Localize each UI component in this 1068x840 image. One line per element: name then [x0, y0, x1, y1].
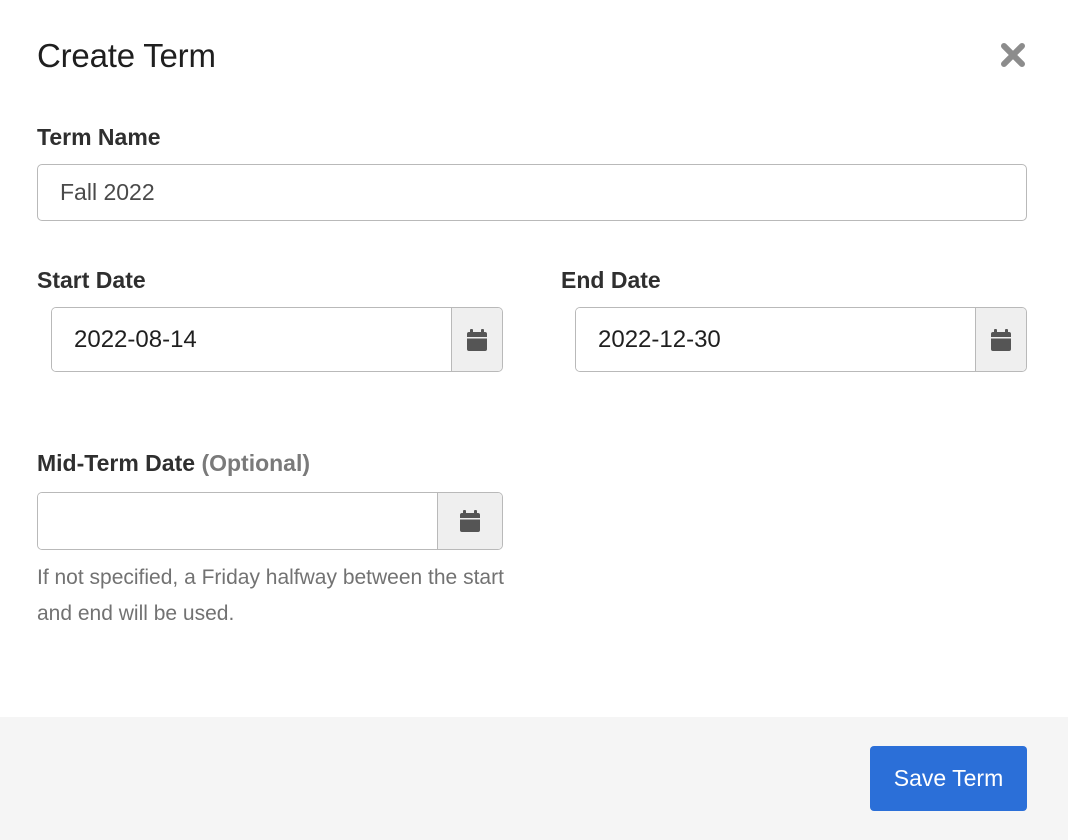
mid-term-date-calendar-button[interactable] [437, 493, 502, 549]
optional-tag: (Optional) [201, 450, 311, 476]
end-date-calendar-button[interactable] [975, 308, 1026, 371]
start-date-calendar-button[interactable] [451, 308, 502, 371]
start-date-input[interactable] [52, 308, 451, 371]
mid-term-date-input[interactable] [38, 493, 437, 549]
create-term-modal: Create Term Term Name Start Date End Dat… [0, 0, 1068, 840]
mid-term-date-field [37, 492, 503, 550]
modal-title: Create Term [37, 37, 216, 74]
end-date-field [575, 307, 1027, 372]
end-date-label: End Date [561, 267, 661, 293]
end-date-input[interactable] [576, 308, 975, 371]
calendar-icon [467, 328, 487, 351]
calendar-icon [991, 328, 1011, 351]
calendar-icon [460, 510, 480, 532]
close-icon[interactable] [998, 40, 1028, 70]
mid-term-help-text: If not specified, a Friday halfway betwe… [37, 566, 504, 625]
save-term-button[interactable]: Save Term [870, 746, 1027, 811]
term-name-input[interactable] [37, 164, 1027, 221]
start-date-field [51, 307, 503, 372]
mid-term-date-label-text: Mid-Term Date [37, 450, 196, 476]
term-name-label: Term Name [37, 124, 161, 150]
mid-term-date-label: Mid-Term Date (Optional) [37, 448, 310, 478]
start-date-label: Start Date [37, 267, 146, 293]
